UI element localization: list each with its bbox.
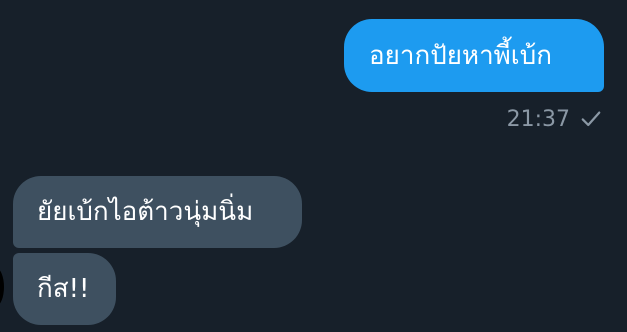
message-timestamp: 21:37 <box>506 106 570 132</box>
received-message-bubble[interactable]: ยัยเบ้กไอต้าวนุ่มนิ่ม <box>13 176 302 248</box>
sent-message-bubble[interactable]: อยากปัยหาพี้เบ้ก <box>344 19 604 92</box>
received-message-text: กีส!! <box>37 274 90 304</box>
sent-message-text: อยากปัยหาพี้เบ้ก <box>369 40 552 71</box>
message-meta: 21:37 <box>480 103 602 135</box>
received-message-text: ยัยเบ้กไอต้าวนุ่มนิ่ม <box>37 197 254 227</box>
received-message-bubble[interactable]: กีส!! <box>13 253 116 325</box>
avatar[interactable] <box>0 268 4 306</box>
check-icon <box>580 108 602 130</box>
